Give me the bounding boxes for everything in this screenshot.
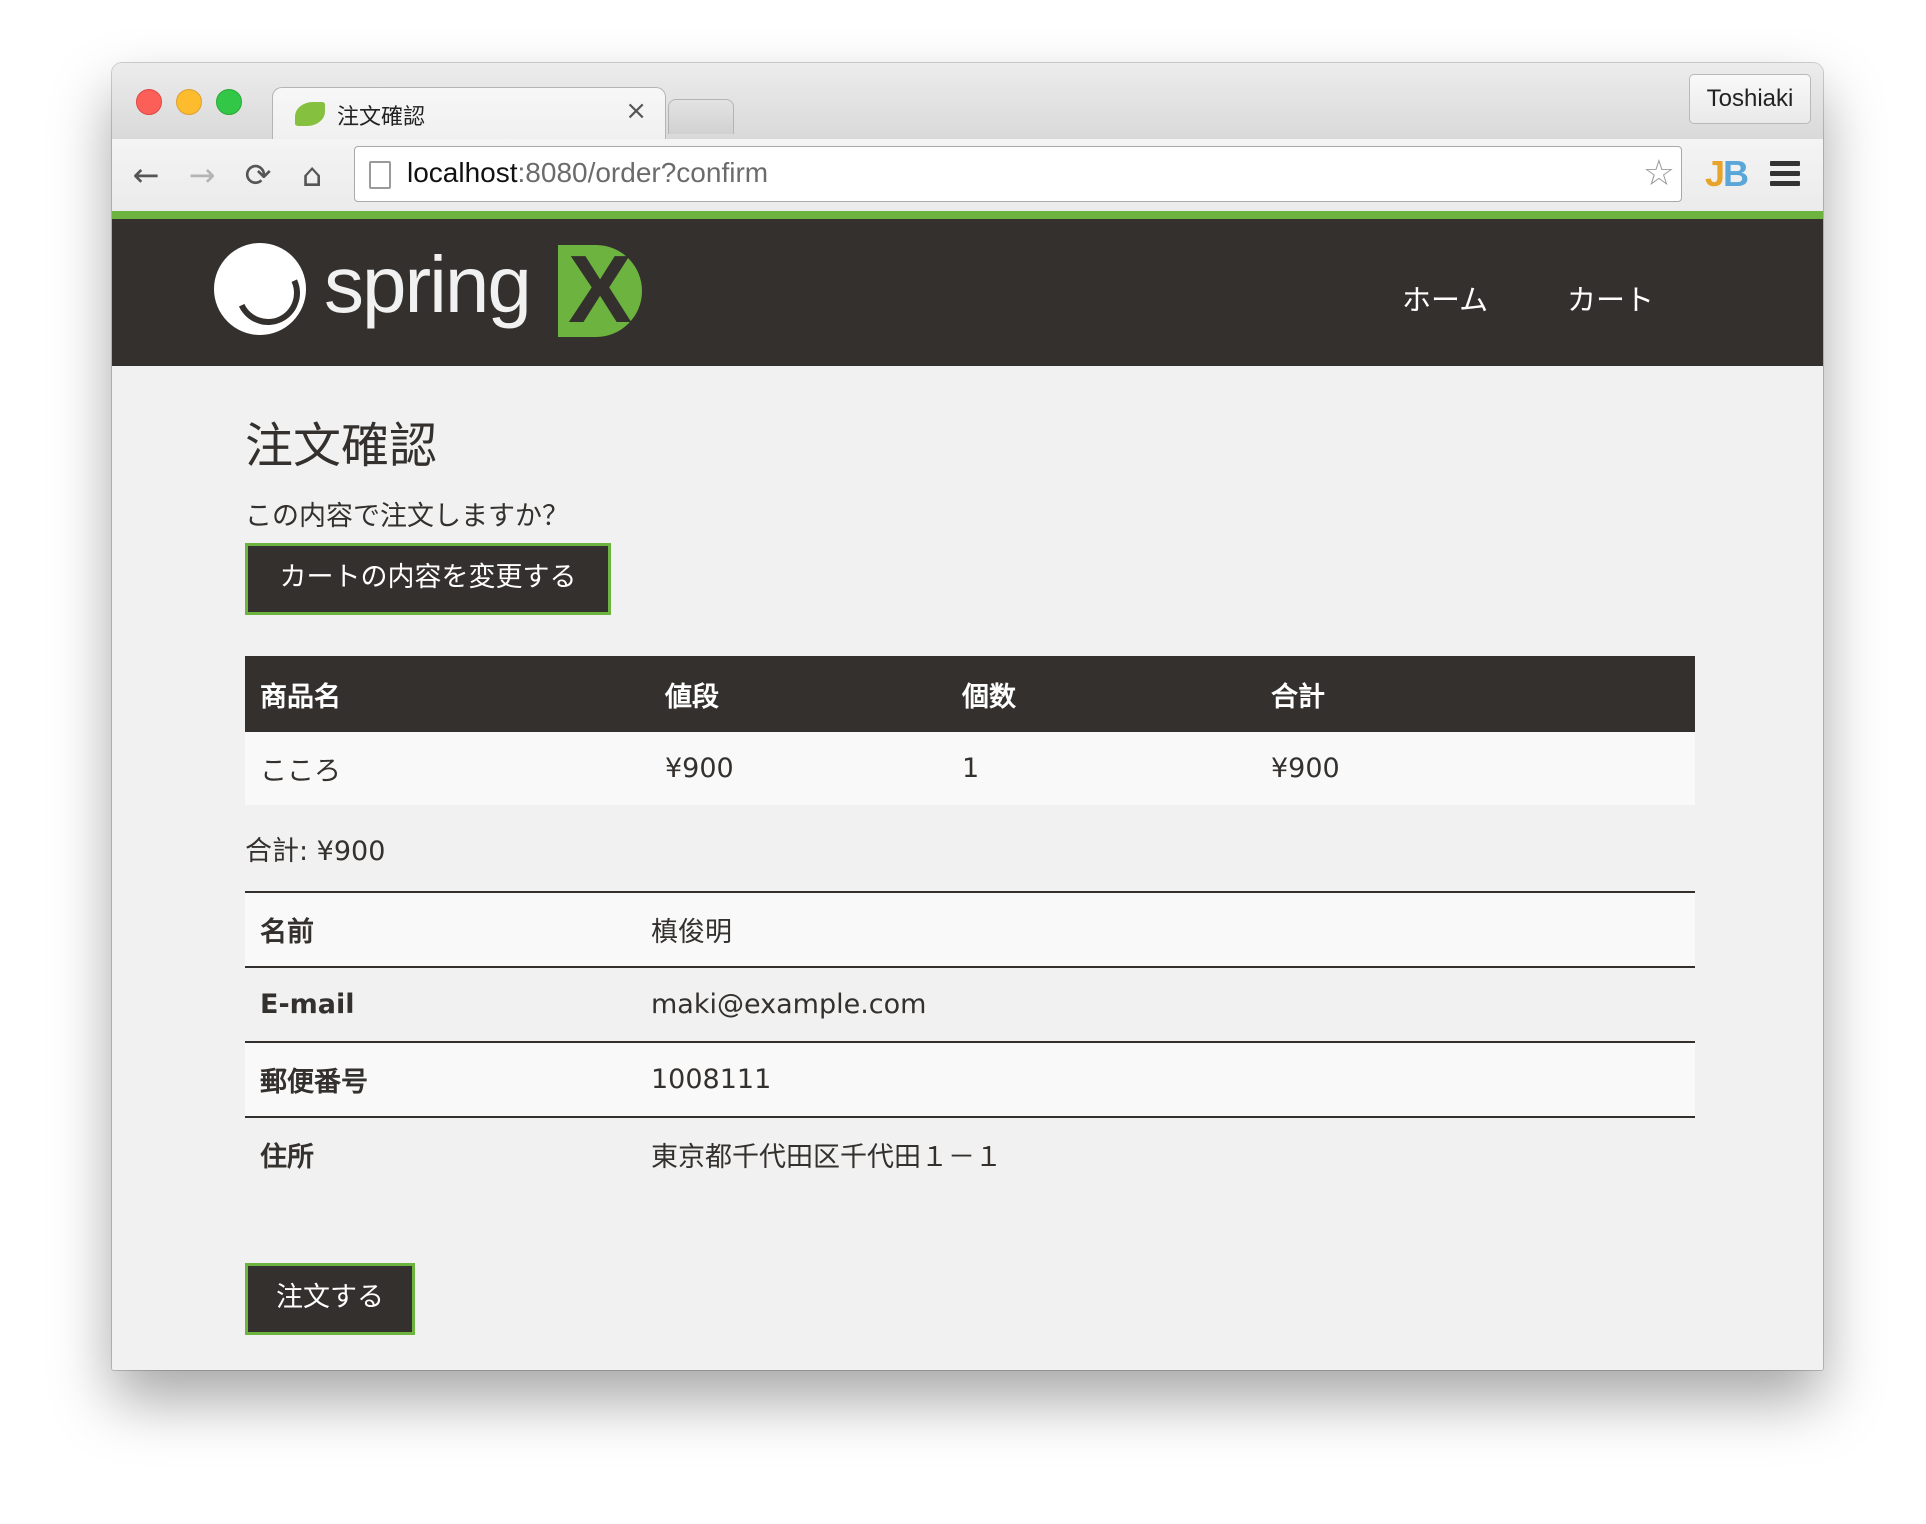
extension-b: B: [1723, 153, 1749, 194]
tab-strip: 注文確認 × Toshiaki: [112, 63, 1823, 140]
cell-price: ¥900: [650, 732, 947, 805]
spring-logo-icon[interactable]: [214, 243, 306, 335]
label-email: E-mail: [245, 967, 636, 1043]
hamburger-menu-icon[interactable]: [1770, 161, 1800, 187]
confirm-question: この内容で注文しますか？: [245, 501, 569, 532]
logo-x-text: X: [568, 236, 633, 343]
url-host: localhost: [407, 157, 518, 188]
minimize-window-button[interactable]: [176, 89, 202, 115]
value-email: maki@example.com: [636, 967, 1695, 1043]
order-total: 合計: ¥900: [245, 836, 386, 867]
tab-active[interactable]: 注文確認 ×: [272, 87, 666, 140]
table-row: 住所 東京都千代田区千代田１－１: [245, 1117, 1695, 1191]
extension-j: J: [1705, 153, 1725, 194]
profile-button[interactable]: Toshiaki: [1689, 74, 1811, 124]
column-header-price: 値段: [650, 656, 947, 732]
url-path: :8080/order?confirm: [517, 157, 769, 188]
place-order-button[interactable]: 注文する: [245, 1263, 415, 1335]
nav-link-cart[interactable]: カート: [1567, 277, 1654, 319]
close-tab-icon[interactable]: ×: [625, 96, 647, 126]
zoom-window-button[interactable]: [216, 89, 242, 115]
nav-link-home[interactable]: ホーム: [1402, 277, 1488, 319]
label-name: 名前: [245, 892, 636, 968]
forward-arrow-icon[interactable]: →: [182, 155, 222, 195]
bookmark-star-icon[interactable]: ☆: [1643, 153, 1675, 194]
page-title: 注文確認: [245, 418, 438, 474]
cart-table-header-row: 商品名 値段 個数 合計: [245, 656, 1695, 732]
tab-title: 注文確認: [337, 105, 426, 130]
jetbrains-extension-icon[interactable]: JB: [1705, 153, 1749, 195]
page-icon: [369, 161, 391, 189]
label-zipcode: 郵便番号: [245, 1042, 636, 1118]
column-header-quantity: 個数: [947, 656, 1256, 732]
change-cart-button[interactable]: カートの内容を変更する: [245, 543, 611, 615]
spring-leaf-icon: [295, 102, 325, 126]
table-row: 名前 槙俊明: [245, 892, 1695, 968]
logo-text[interactable]: spring: [324, 239, 532, 331]
browser-window: 注文確認 × Toshiaki ← → ⟳ ⌂ localhost:8080/o…: [112, 63, 1823, 1370]
new-tab-button[interactable]: [668, 99, 734, 134]
column-header-subtotal: 合計: [1256, 656, 1695, 732]
reload-icon[interactable]: ⟳: [238, 155, 278, 195]
value-zipcode: 1008111: [636, 1042, 1695, 1118]
url-text[interactable]: localhost:8080/order?confirm: [407, 157, 768, 189]
column-header-product: 商品名: [245, 656, 650, 732]
table-row: E-mail maki@example.com: [245, 967, 1695, 1043]
cart-table: 商品名 値段 個数 合計 こころ ¥900 1 ¥900: [245, 656, 1695, 805]
back-arrow-icon[interactable]: ←: [126, 155, 166, 195]
customer-info-table: 名前 槙俊明 E-mail maki@example.com 郵便番号 1008…: [245, 891, 1695, 1191]
site-header: spring X ホーム カート: [112, 211, 1823, 366]
value-address: 東京都千代田区千代田１－１: [651, 1142, 1002, 1173]
logo-x-badge[interactable]: X: [558, 236, 642, 343]
label-address: 住所: [260, 1142, 314, 1173]
address-bar[interactable]: localhost:8080/order?confirm ☆: [354, 146, 1682, 202]
cell-product: こころ: [245, 732, 650, 805]
table-row: こころ ¥900 1 ¥900: [245, 732, 1695, 805]
home-icon[interactable]: ⌂: [292, 155, 332, 195]
table-row: 郵便番号 1008111: [245, 1042, 1695, 1118]
close-window-button[interactable]: [136, 89, 162, 115]
cell-subtotal: ¥900: [1256, 732, 1695, 805]
page-viewport: spring X ホーム カート 注文確認 この内容で注文しますか？ カートの内…: [112, 211, 1823, 1370]
cell-quantity: 1: [947, 732, 1256, 805]
toolbar: ← → ⟳ ⌂ localhost:8080/order?confirm ☆ J…: [112, 139, 1823, 212]
value-name: 槙俊明: [636, 892, 1695, 968]
